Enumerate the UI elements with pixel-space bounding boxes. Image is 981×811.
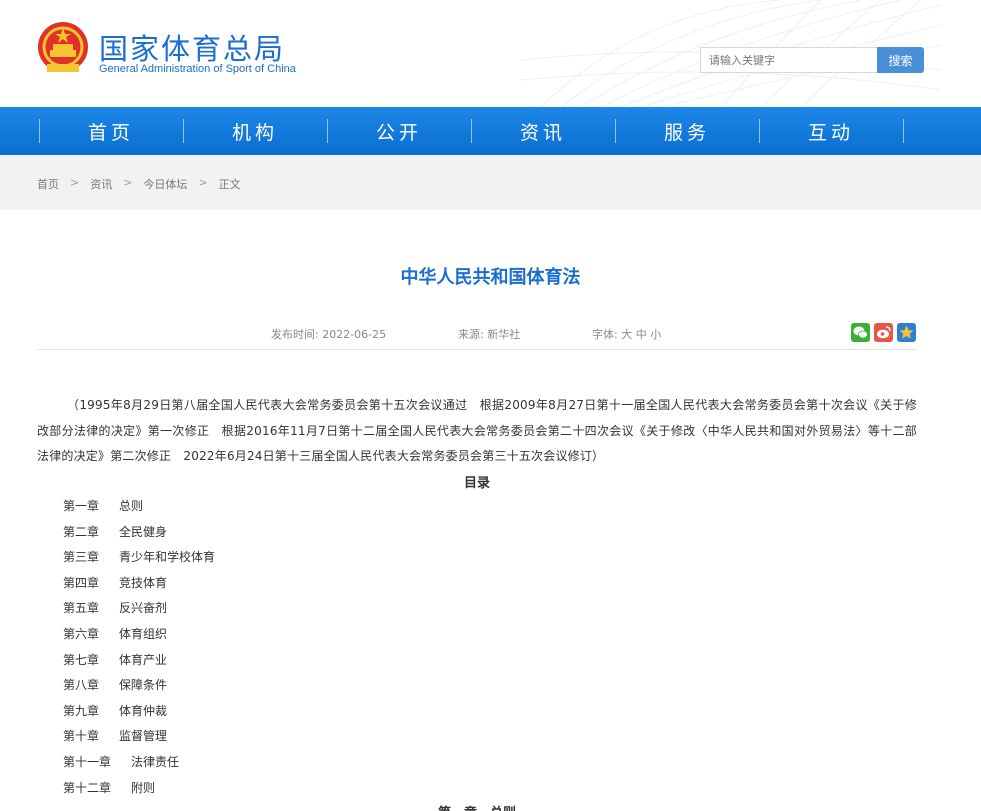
toc-chapter-title: 附则	[131, 780, 156, 795]
toc-item: 第六章 体育组织	[63, 622, 215, 648]
font-size-controls: 字体: 大 中 小	[592, 326, 661, 342]
publish-date: 2022-06-25	[322, 328, 387, 341]
breadcrumb-sports-today[interactable]: 今日体坛	[143, 176, 187, 192]
toc-item: 第十二章 附则	[63, 776, 215, 802]
nav-item-organization[interactable]: 机构	[183, 107, 327, 155]
nav-item-home[interactable]: 首页	[39, 107, 183, 155]
national-emblem-icon	[38, 22, 88, 72]
toc-heading: 目录	[463, 476, 490, 491]
toc-item: 第八章 保障条件	[63, 673, 215, 699]
breadcrumb-separator: >	[198, 176, 208, 189]
breadcrumb-separator: >	[70, 176, 80, 189]
toc-chapter-title: 全民健身	[119, 524, 168, 539]
favorite-star-icon[interactable]	[897, 323, 916, 342]
toc-chapter-title: 体育产业	[119, 652, 168, 667]
source-label: 来源:	[458, 328, 484, 341]
toc-chapter-title: 保障条件	[119, 678, 168, 693]
publish-label: 发布时间:	[271, 328, 319, 341]
table-of-contents: 第一章 总则 第二章 全民健身 第三章 青少年和学校体育 第四章 竞技体育 第五章 反兴奋…	[63, 494, 215, 801]
nav-item-service[interactable]: 服务	[615, 107, 759, 155]
main-nav: 首页 机构 公开 资讯 服务 互动	[0, 107, 981, 155]
toc-chapter-number: 第十一章	[63, 754, 112, 769]
breadcrumb-news[interactable]: 资讯	[90, 176, 112, 192]
toc-chapter-number: 第八章	[63, 678, 100, 693]
toc-item: 第七章 体育产业	[63, 648, 215, 674]
search-button[interactable]: 搜索	[877, 47, 924, 73]
site-header: 国家体育总局 General Administration of Sport o…	[0, 0, 981, 107]
wechat-share-icon[interactable]	[851, 323, 870, 342]
toc-item: 第五章 反兴奋剂	[63, 596, 215, 622]
divider	[37, 349, 917, 350]
toc-item: 第四章 竞技体育	[63, 571, 215, 597]
site-logo-chinese[interactable]: 国家体育总局	[99, 26, 285, 68]
breadcrumb-separator: >	[123, 176, 133, 189]
toc-chapter-title: 体育组织	[119, 626, 168, 641]
article-title: 中华人民共和国体育法	[400, 267, 581, 288]
nav-item-news[interactable]: 资讯	[471, 107, 615, 155]
site-logo-english[interactable]: General Administration of Sport of China	[99, 63, 296, 75]
breadcrumb-bar: 首页 > 资讯 > 今日体坛 > 正文	[0, 155, 981, 210]
toc-item: 第三章 青少年和学校体育	[63, 545, 215, 571]
font-size-medium[interactable]: 中	[636, 328, 647, 341]
source-info: 来源: 新华社	[458, 326, 520, 342]
toc-chapter-number: 第十章	[63, 729, 100, 744]
chapter-heading: 第一章 总则	[0, 802, 954, 811]
weibo-share-icon[interactable]	[874, 323, 893, 342]
font-size-label: 字体:	[592, 328, 618, 341]
toc-chapter-title: 法律责任	[131, 754, 180, 769]
toc-chapter-title: 竞技体育	[119, 575, 168, 590]
toc-chapter-number: 第三章	[63, 550, 100, 565]
toc-item: 第九章 体育仲裁	[63, 699, 215, 725]
toc-item: 第一章 总则	[63, 494, 215, 520]
toc-chapter-number: 第二章	[63, 524, 100, 539]
breadcrumb-current: 正文	[218, 178, 241, 191]
nav-item-public[interactable]: 公开	[327, 107, 471, 155]
source-value: 新华社	[487, 328, 521, 341]
toc-chapter-number: 第六章	[63, 626, 100, 641]
toc-chapter-number: 第七章	[63, 652, 100, 667]
toc-chapter-number: 第一章	[63, 499, 100, 513]
search-input[interactable]	[700, 47, 878, 73]
toc-chapter-number: 第五章	[63, 601, 100, 616]
toc-chapter-number: 第九章	[63, 703, 100, 718]
toc-chapter-number: 第十二章	[63, 780, 112, 795]
font-size-large[interactable]: 大	[621, 328, 632, 341]
toc-chapter-title: 青少年和学校体育	[119, 550, 216, 565]
toc-chapter-title: 总则	[119, 499, 144, 513]
breadcrumb-home[interactable]: 首页	[37, 176, 59, 192]
nav-item-interaction[interactable]: 互动	[759, 107, 903, 155]
breadcrumb: 首页 > 资讯 > 今日体坛 > 正文	[37, 176, 241, 192]
article-intro: （1995年8月29日第八届全国人民代表大会常务委员会第十五次会议通过 根据20…	[37, 398, 917, 463]
font-size-small[interactable]: 小	[650, 328, 661, 341]
toc-chapter-title: 监督管理	[119, 729, 168, 744]
toc-chapter-number: 第四章	[63, 575, 100, 590]
toc-item: 第十章 监督管理	[63, 724, 215, 750]
toc-item: 第十一章 法律责任	[63, 750, 215, 776]
toc-chapter-title: 体育仲裁	[119, 703, 168, 718]
toc-chapter-title: 反兴奋剂	[119, 601, 168, 616]
toc-item: 第二章 全民健身	[63, 520, 215, 546]
publish-info: 发布时间: 2022-06-25	[271, 326, 386, 342]
